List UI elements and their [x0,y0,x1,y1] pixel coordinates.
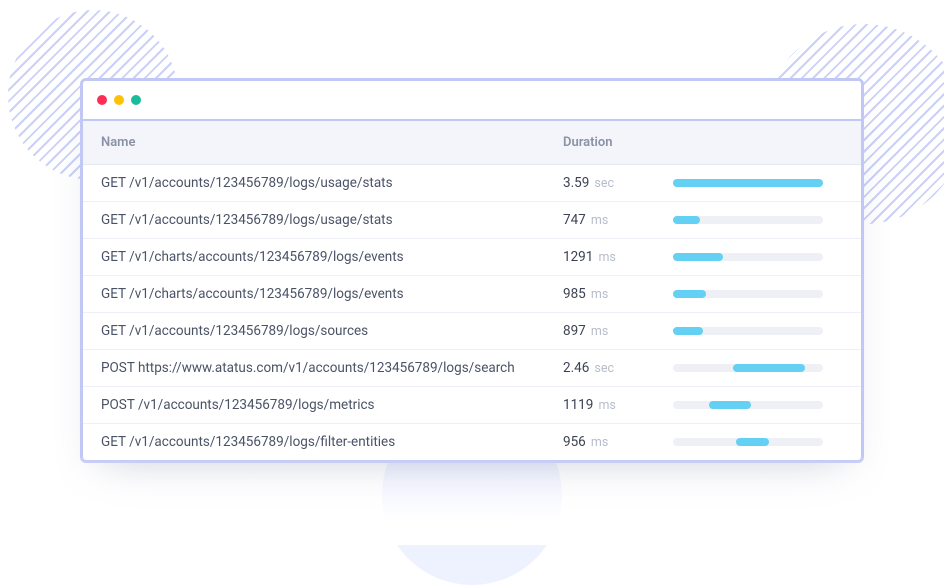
timeline-track [673,216,823,224]
request-name: GET /v1/accounts/123456789/logs/filter-e… [101,434,563,450]
request-duration: 2.46 sec [563,360,673,376]
window-close-icon[interactable] [97,95,107,105]
request-name: GET /v1/accounts/123456789/logs/usage/st… [101,212,563,228]
timeline-cell [673,253,843,261]
table-body: GET /v1/accounts/123456789/logs/usage/st… [83,165,861,460]
timeline-track [673,364,823,372]
table-row[interactable]: GET /v1/charts/accounts/123456789/logs/e… [83,239,861,276]
request-name: GET /v1/charts/accounts/123456789/logs/e… [101,249,563,265]
table-row[interactable]: GET /v1/accounts/123456789/logs/filter-e… [83,424,861,460]
column-header-name[interactable]: Name [101,135,563,150]
timeline-cell [673,438,843,446]
timeline-track [673,438,823,446]
timeline-bar [673,290,706,298]
timeline-cell [673,401,843,409]
request-duration: 897 ms [563,323,673,339]
timeline-track [673,327,823,335]
window-titlebar [83,81,861,121]
request-name: POST /v1/accounts/123456789/logs/metrics [101,397,563,413]
timeline-bar [736,438,769,446]
request-duration: 3.59 sec [563,175,673,191]
request-duration: 985 ms [563,286,673,302]
timeline-track [673,253,823,261]
request-name: GET /v1/accounts/123456789/logs/sources [101,323,563,339]
window-minimize-icon[interactable] [114,95,124,105]
timeline-bar [673,327,703,335]
timeline-bar [709,401,751,409]
request-name: GET /v1/accounts/123456789/logs/usage/st… [101,175,563,191]
timeline-cell [673,327,843,335]
timeline-bar [733,364,805,372]
timeline-track [673,401,823,409]
window-maximize-icon[interactable] [131,95,141,105]
table-row[interactable]: GET /v1/accounts/123456789/logs/sources8… [83,313,861,350]
request-name: GET /v1/charts/accounts/123456789/logs/e… [101,286,563,302]
timeline-bar [673,216,700,224]
timeline-track [673,290,823,298]
column-header-timeline [673,135,843,150]
timeline-bar [673,253,723,261]
request-name: POST https://www.atatus.com/v1/accounts/… [101,360,563,376]
request-duration: 1291 ms [563,249,673,265]
table-row[interactable]: GET /v1/charts/accounts/123456789/logs/e… [83,276,861,313]
request-duration: 747 ms [563,212,673,228]
table-row[interactable]: GET /v1/accounts/123456789/logs/usage/st… [83,165,861,202]
request-duration: 956 ms [563,434,673,450]
column-header-duration[interactable]: Duration [563,135,673,150]
timeline-cell [673,179,843,187]
timeline-cell [673,364,843,372]
timeline-cell [673,216,843,224]
table-row[interactable]: GET /v1/accounts/123456789/logs/usage/st… [83,202,861,239]
table-row[interactable]: POST /v1/accounts/123456789/logs/metrics… [83,387,861,424]
request-duration: 1119 ms [563,397,673,413]
timeline-cell [673,290,843,298]
browser-window: Name Duration GET /v1/accounts/123456789… [80,78,864,463]
table-header: Name Duration [83,121,861,165]
timeline-track [673,179,823,187]
table-row[interactable]: POST https://www.atatus.com/v1/accounts/… [83,350,861,387]
timeline-bar [673,179,823,187]
